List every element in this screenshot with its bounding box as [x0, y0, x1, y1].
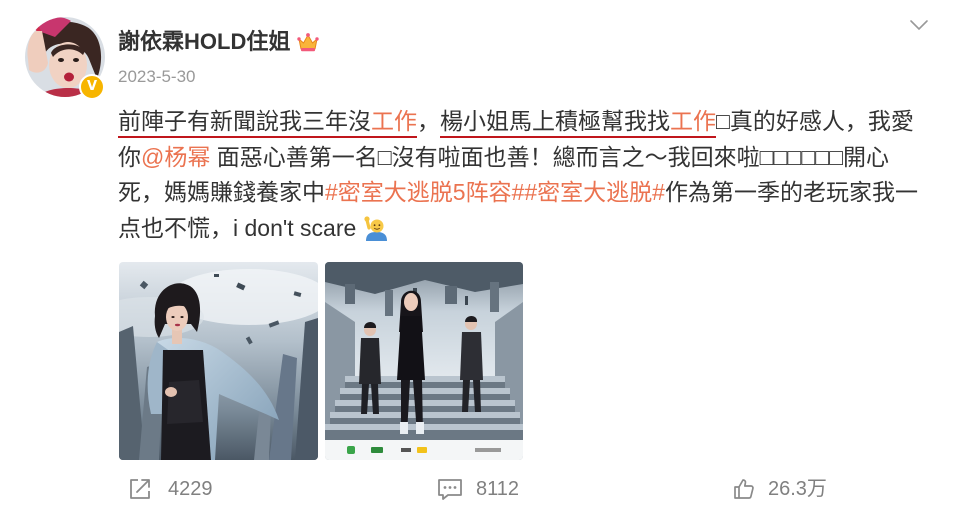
- post-author: 謝依霖HOLD住姐: [118, 29, 320, 55]
- post-photo-2[interactable]: [325, 262, 523, 460]
- text-segment: 前陣子有新聞說我三年沒: [118, 108, 371, 134]
- repost-count: 4229: [168, 478, 213, 500]
- text-segment: 你: [118, 143, 141, 170]
- post-text-line: 死，媽媽賺錢養家中#密室大逃脱5阵容##密室大逃脱#作為第一季的老玩家我一: [118, 175, 940, 211]
- share-icon: [130, 479, 150, 499]
- verified-badge-icon: V: [79, 74, 105, 100]
- like-count: 26.3万: [768, 478, 827, 500]
- repost-button[interactable]: 4229: [128, 476, 213, 502]
- post-photo-2-image: [325, 262, 523, 460]
- post-text-line: 前陣子有新聞說我三年沒工作，楊小姐馬上積極幫我找工作□真的好感人，我愛: [118, 104, 940, 140]
- text-segment: 点也不慌，i don't scare: [118, 214, 363, 241]
- author-name[interactable]: 謝依霖HOLD住姐: [118, 29, 290, 55]
- raising-hand-emoji-icon: [363, 215, 389, 241]
- like-button[interactable]: 26.3万: [732, 476, 827, 502]
- comment-count: 8112: [476, 478, 520, 500]
- post-photo-1-image: [119, 262, 318, 460]
- crown-icon[interactable]: [296, 31, 320, 53]
- text-segment: ，: [417, 108, 440, 134]
- chevron-down-icon: [910, 20, 928, 31]
- hashtag-link[interactable]: #密室大逃脱5阵容#: [325, 179, 524, 205]
- keyword-link[interactable]: 工作: [371, 108, 417, 134]
- comment-icon: [438, 479, 462, 500]
- text-segment: 面惡心善第一名□沒有啦面也善！總而言之～我回來啦□□□□□□開心: [210, 143, 889, 170]
- hashtag-link[interactable]: #密室大逃脱#: [524, 179, 665, 205]
- post-text: 前陣子有新聞說我三年沒工作，楊小姐馬上積極幫我找工作□真的好感人，我愛 你@杨幂 …: [118, 104, 940, 246]
- text-segment: 作為第一季的老玩家我一: [664, 179, 918, 205]
- post-text-line: 你@杨幂 面惡心善第一名□沒有啦面也善！總而言之～我回來啦□□□□□□開心: [118, 140, 940, 176]
- post-menu-button[interactable]: [909, 19, 929, 31]
- text-segment: 楊小姐馬上積極幫我找: [440, 108, 670, 134]
- mention-link[interactable]: @杨幂: [141, 144, 210, 170]
- post-date[interactable]: 2023-5-30: [118, 66, 196, 88]
- thumbs-up-icon: [734, 479, 754, 499]
- comment-button[interactable]: 8112: [437, 476, 519, 502]
- post-text-line: 点也不慌，i don't scare: [118, 211, 940, 247]
- text-segment: □真的好感人，我愛: [716, 108, 914, 134]
- text-segment: 死，媽媽賺錢養家中: [118, 179, 325, 205]
- keyword-link[interactable]: 工作: [670, 108, 716, 134]
- post-photo-1[interactable]: [119, 262, 318, 460]
